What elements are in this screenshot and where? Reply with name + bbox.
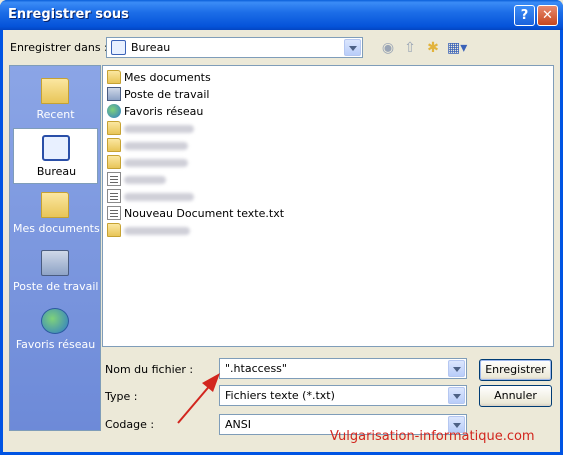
computer-icon — [41, 250, 69, 276]
blurred-file-name — [124, 193, 194, 201]
filename-input[interactable]: ".htaccess" — [219, 358, 467, 379]
up-folder-icon[interactable]: ⇧ — [400, 38, 420, 58]
desktop-icon — [111, 40, 126, 55]
folder-icon — [107, 121, 121, 135]
folder-icon — [107, 155, 121, 169]
shortcut-folder-icon — [107, 223, 121, 237]
file-name: Poste de travail — [124, 88, 210, 101]
chevron-down-icon[interactable] — [448, 360, 465, 377]
blurred-file-name — [124, 159, 188, 167]
text-file-icon — [107, 206, 121, 220]
desktop-icon — [42, 135, 70, 161]
help-button[interactable]: ? — [514, 5, 535, 26]
save-in-value: Bureau — [131, 41, 171, 54]
filetype-dropdown[interactable]: Fichiers texte (*.txt) — [219, 385, 467, 406]
network-icon — [41, 308, 69, 334]
window-title: Enregistrer sous — [8, 7, 129, 22]
computer-icon — [107, 87, 121, 101]
place-label: Poste de travail — [13, 280, 99, 293]
text-file-icon — [107, 189, 121, 203]
file-name: Favoris réseau — [124, 105, 204, 118]
folder-icon — [107, 138, 121, 152]
encoding-value: ANSI — [225, 418, 251, 431]
title-bar: Enregistrer sous ? ✕ — [0, 0, 563, 30]
documents-folder-icon — [107, 70, 121, 84]
place-label: Mes documents — [13, 222, 100, 235]
filename-label: Nom du fichier : — [105, 363, 194, 376]
text-file-icon — [107, 172, 121, 186]
place-label: Bureau — [36, 165, 77, 178]
place-my-computer[interactable]: Poste de travail — [13, 244, 98, 300]
blurred-file-name — [124, 227, 190, 235]
views-menu-icon[interactable]: ▦▾ — [447, 38, 467, 58]
blurred-file-name — [124, 125, 194, 133]
save-in-label: Enregistrer dans : — [10, 41, 108, 54]
documents-folder-icon — [41, 192, 69, 218]
place-label: Favoris réseau — [15, 338, 96, 351]
blurred-file-name — [124, 142, 188, 150]
back-icon[interactable]: ◉ — [378, 38, 398, 58]
network-icon — [107, 104, 121, 118]
filename-value: ".htaccess" — [225, 362, 287, 375]
filetype-label: Type : — [105, 390, 138, 403]
place-my-documents[interactable]: Mes documents — [13, 186, 100, 242]
dialog-body: Enregistrer dans : Bureau ◉ ⇧ ✱ ▦▾ Recen… — [3, 30, 560, 452]
place-recent[interactable]: Recent — [13, 72, 98, 128]
save-in-dropdown[interactable]: Bureau — [106, 37, 363, 58]
place-desktop[interactable]: Bureau — [13, 128, 98, 184]
file-name: Mes documents — [124, 71, 211, 84]
chevron-down-icon[interactable] — [448, 387, 465, 404]
blurred-file-name — [124, 176, 166, 184]
encoding-label: Codage : — [105, 418, 155, 431]
file-list[interactable]: Mes documents Poste de travail Favoris r… — [102, 65, 554, 347]
file-name: Nouveau Document texte.txt — [124, 207, 285, 220]
save-as-dialog: Enregistrer sous ? ✕ Enregistrer dans : … — [0, 0, 563, 455]
new-folder-icon[interactable]: ✱ — [423, 38, 443, 58]
cancel-button[interactable]: Annuler — [479, 385, 552, 407]
place-label: Recent — [36, 108, 75, 121]
filetype-value: Fichiers texte (*.txt) — [225, 389, 335, 402]
place-network[interactable]: Favoris réseau — [13, 302, 98, 358]
watermark-text: Vulgarisation-informatique.com — [330, 429, 535, 444]
save-button[interactable]: Enregistrer — [479, 359, 552, 381]
close-button[interactable]: ✕ — [537, 5, 558, 26]
places-bar: Recent Bureau Mes documents Poste de tra… — [9, 65, 101, 431]
recent-folder-icon — [41, 78, 69, 104]
chevron-down-icon[interactable] — [344, 39, 361, 56]
